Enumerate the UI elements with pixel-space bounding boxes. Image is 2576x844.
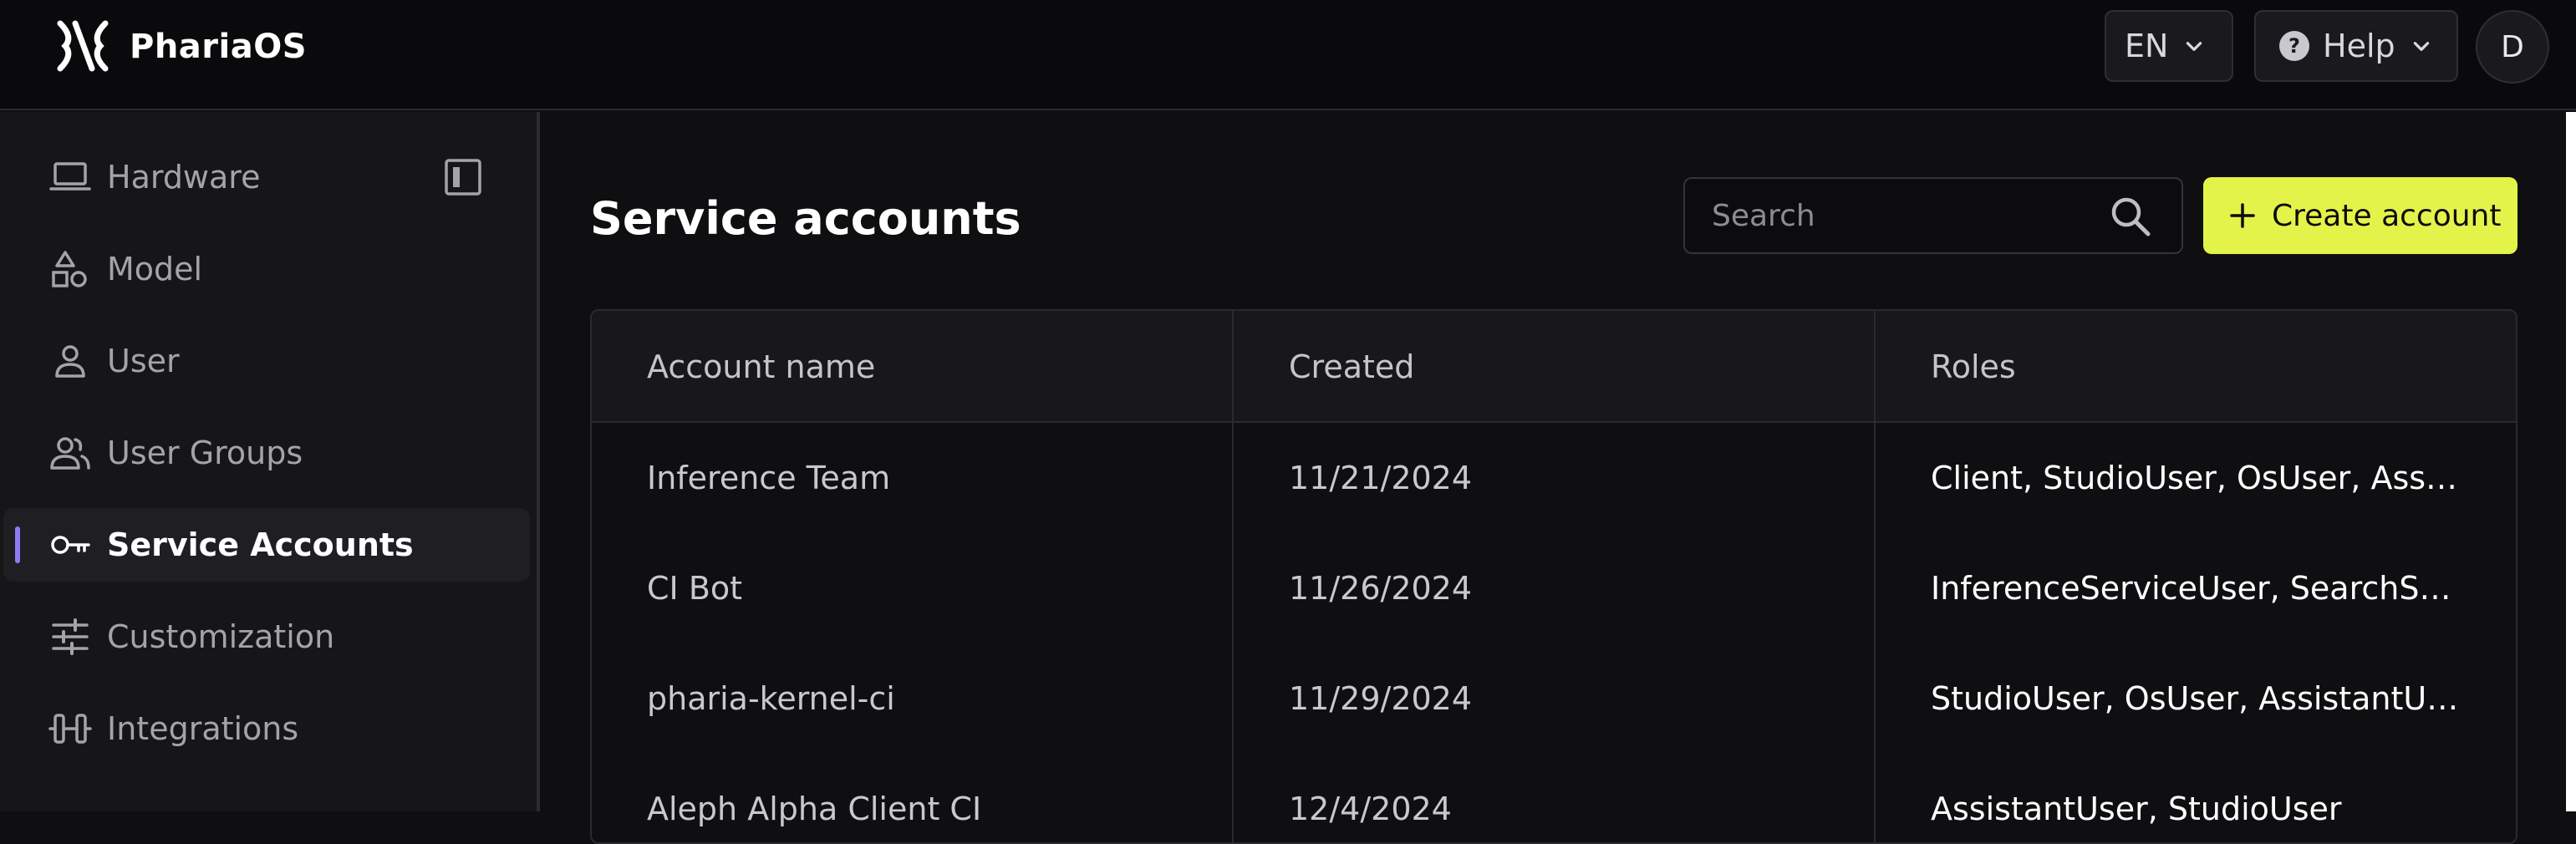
sliders-icon [52,618,89,655]
language-selector[interactable]: EN [2105,10,2233,82]
table-row[interactable]: Inference Team 11/21/2024 Client, Studio… [592,423,2516,533]
roles-text: AssistantUser, StudioUser [1931,791,2342,827]
table-row[interactable]: Aleph Alpha Client CI 12/4/2024 Assistan… [592,754,2516,842]
roles-text: InferenceServiceUser, SearchServiceUser [1931,570,2466,607]
column-header-roles[interactable]: Roles [1876,311,2494,423]
cell-created: 11/21/2024 [1289,460,1473,496]
table-row[interactable]: pharia-kernel-ci 11/29/2024 StudioUser, … [592,643,2516,754]
table-body: Inference Team 11/21/2024 Client, Studio… [592,423,2516,842]
help-menu-button[interactable]: ? Help [2254,10,2458,82]
cell-account-name: Aleph Alpha Client CI [647,791,982,827]
sidebar-item-label: Model [107,251,203,287]
cell-account-name: Inference Team [647,460,891,496]
cell-created: 11/26/2024 [1289,570,1473,607]
key-icon [51,536,90,554]
language-label: EN [2125,28,2169,64]
plus-icon [2230,203,2255,228]
sidebar-item-model[interactable]: Model [3,232,530,306]
sidebar: Hardware Model User User Groups Service … [0,112,540,811]
plug-icon [48,714,92,744]
cell-roles: Client, StudioUser, OsUser, AssistantUse… [1876,423,2494,533]
sidebar-item-hardware[interactable]: Hardware [3,140,530,214]
cell-roles: InferenceServiceUser, SearchServiceUser [1876,533,2494,643]
cell-created: 11/29/2024 [1289,680,1473,717]
chevron-down-icon [2187,42,2202,51]
column-header-account-name[interactable]: Account name [592,311,1232,423]
create-account-button[interactable]: Create account [2203,177,2517,254]
search-input[interactable] [1685,179,2086,252]
cell-roles: StudioUser, OsUser, AssistantUser, Clien… [1876,643,2494,754]
laptop-icon [49,162,91,191]
column-header-created[interactable]: Created [1234,311,1874,423]
help-circle-icon: ? [2279,31,2309,61]
service-accounts-table: Account name Created Roles Inference Tea… [590,309,2517,844]
user-icon [55,345,85,378]
brand-name: PhariaOS [130,28,308,66]
search-box [1683,177,2183,254]
sidebar-item-label: Service Accounts [107,526,414,563]
sidebar-item-customization[interactable]: Customization [3,600,530,674]
page-title: Service accounts [590,192,1021,245]
scrollbar[interactable] [2566,112,2576,811]
chevron-down-icon [2413,42,2429,51]
table-row[interactable]: CI Bot 11/26/2024 InferenceServiceUser, … [592,533,2516,643]
svg-text:?: ? [2288,34,2300,58]
sidebar-item-label: Integrations [107,710,299,747]
main-content: Service accounts Create account Account … [543,112,2576,844]
sidebar-item-integrations[interactable]: Integrations [3,692,530,765]
roles-text: Client, StudioUser, OsUser, AssistantUse… [1931,460,2466,496]
sidebar-item-user[interactable]: User [3,324,530,398]
pharia-logo-icon[interactable] [55,18,110,74]
sidebar-item-label: User [107,343,180,379]
table-header: Account name Created Roles [592,311,2516,423]
cell-account-name: CI Bot [647,570,743,607]
help-label: Help [2323,28,2395,64]
sidebar-item-label: Customization [107,618,335,655]
sidebar-item-service-accounts[interactable]: Service Accounts [3,508,530,582]
sidebar-item-label: Hardware [107,159,261,196]
top-header: PhariaOS EN ? Help D [0,0,2576,110]
users-icon [50,437,90,470]
user-avatar[interactable]: D [2476,10,2549,84]
sidebar-item-user-groups[interactable]: User Groups [3,416,530,490]
cell-created: 12/4/2024 [1289,791,1452,827]
create-account-label: Create account [2272,198,2502,233]
active-indicator [15,526,20,563]
cell-account-name: pharia-kernel-ci [647,680,895,717]
shapes-icon [52,251,87,287]
search-icon[interactable] [2108,194,2153,239]
roles-text: StudioUser, OsUser, AssistantUser, Clien… [1931,680,2466,717]
sidebar-item-label: User Groups [107,435,303,471]
cell-roles: AssistantUser, StudioUser [1876,754,2494,842]
